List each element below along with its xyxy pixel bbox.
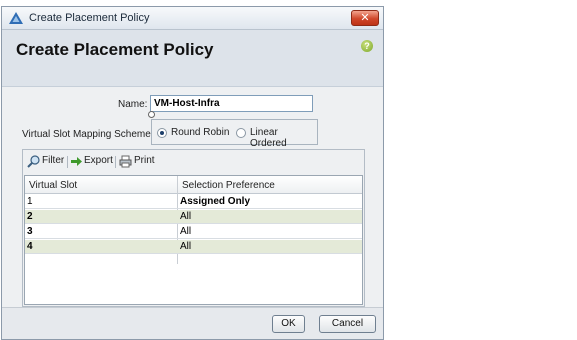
preference-cell: All <box>180 226 192 237</box>
dialog-header: Create Placement Policy ? <box>2 30 383 87</box>
export-arrow-icon <box>71 157 82 166</box>
column-header-selection-preference[interactable]: Selection Preference <box>182 180 275 191</box>
app-triangle-icon <box>9 12 23 24</box>
linear-ordered-label[interactable]: Linear Ordered <box>250 127 317 149</box>
virtual-slot-table: Virtual Slot Selection Preference 1 Assi… <box>24 175 363 305</box>
title-bar: Create Placement Policy ✕ <box>2 7 383 30</box>
table-toolbar: Filter Export Print <box>23 150 364 174</box>
mapping-scheme-radio-group: Round Robin Linear Ordered <box>151 119 318 149</box>
round-robin-label[interactable]: Round Robin <box>171 127 229 138</box>
ok-button[interactable]: OK <box>272 315 305 333</box>
close-icon: ✕ <box>360 12 370 24</box>
filter-button[interactable]: Filter <box>42 155 64 169</box>
toolbar-divider <box>67 156 68 168</box>
print-icon <box>119 155 132 168</box>
export-button[interactable]: Export <box>84 155 113 169</box>
table-row[interactable]: 1 Assigned Only <box>25 195 362 209</box>
virtual-slot-table-panel: Filter Export Print Virtual Slot Selecti… <box>22 149 365 307</box>
close-button[interactable]: ✕ <box>351 10 379 26</box>
dialog-body: Name: Virtual Slot Mapping Scheme: Round… <box>2 87 383 307</box>
print-button[interactable]: Print <box>134 155 155 169</box>
slot-cell: 4 <box>27 241 33 252</box>
filter-icon <box>27 155 40 168</box>
table-row[interactable]: 2 All <box>25 210 362 224</box>
column-header-virtual-slot[interactable]: Virtual Slot <box>29 180 77 191</box>
slot-cell: 3 <box>27 226 33 237</box>
window-title: Create Placement Policy <box>29 12 150 24</box>
table-row[interactable]: 4 All <box>25 240 362 254</box>
toolbar-divider <box>115 156 116 168</box>
connector-dot-icon <box>148 111 155 118</box>
round-robin-radio[interactable] <box>157 128 167 138</box>
dialog-footer: OK Cancel <box>2 307 383 339</box>
scheme-label: Virtual Slot Mapping Scheme: <box>22 129 154 140</box>
preference-cell: Assigned Only <box>180 196 251 207</box>
slot-cell: 1 <box>27 196 33 207</box>
preference-cell: All <box>180 241 192 252</box>
page-title: Create Placement Policy <box>16 40 214 59</box>
create-placement-policy-dialog: Create Placement Policy ✕ Create Placeme… <box>1 6 384 340</box>
name-field[interactable] <box>150 95 313 112</box>
preference-cell: All <box>180 211 192 222</box>
help-icon[interactable]: ? <box>361 40 373 52</box>
table-header: Virtual Slot Selection Preference <box>25 176 362 194</box>
table-row[interactable]: 3 All <box>25 225 362 239</box>
name-label: Name: <box>118 99 148 110</box>
cancel-button[interactable]: Cancel <box>319 315 376 333</box>
slot-cell: 2 <box>27 211 33 222</box>
linear-ordered-radio[interactable] <box>236 128 246 138</box>
